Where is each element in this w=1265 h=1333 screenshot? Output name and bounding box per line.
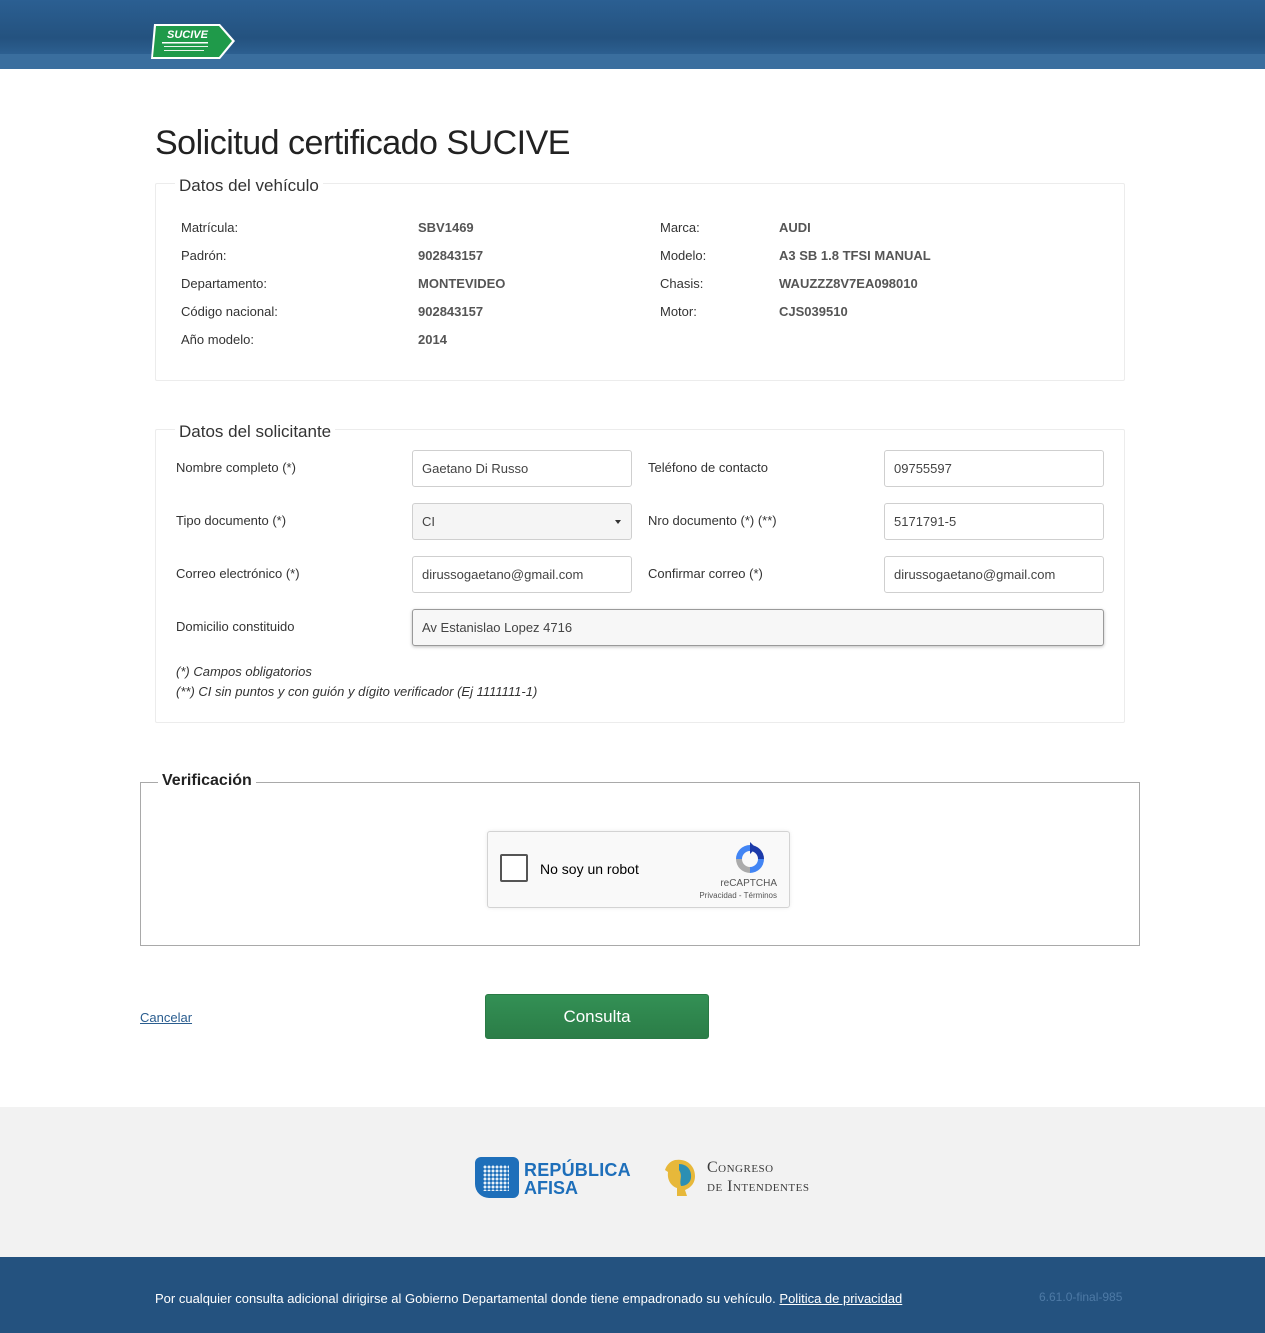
tipo-documento-select[interactable]: CI — [412, 503, 632, 540]
padron-value: 902843157 — [418, 248, 484, 263]
tipo-documento-label: Tipo documento (*) — [176, 513, 287, 528]
motor-label: Motor: — [660, 304, 697, 319]
modelo-label: Modelo: — [660, 248, 707, 263]
chevron-down-icon — [615, 520, 621, 524]
matricula-label: Matrícula: — [181, 220, 239, 235]
marca-label: Marca: — [660, 220, 700, 235]
afisa-mark-icon — [475, 1157, 519, 1198]
departamento-value: MONTEVIDEO — [418, 276, 506, 291]
tipo-documento-value: CI — [422, 514, 435, 529]
vehicle-data-legend: Datos del vehículo — [175, 176, 323, 196]
nro-documento-input[interactable]: 5171791-5 — [884, 503, 1104, 540]
correo-label: Correo electrónico (*) — [176, 566, 300, 581]
congreso-intendentes-logo: Congreso de Intendentes — [665, 1156, 845, 1200]
congreso-line1: Congreso — [707, 1159, 774, 1176]
chasis-label: Chasis: — [660, 276, 704, 291]
recaptcha-links[interactable]: Privacidad - Términos — [699, 891, 777, 900]
note-ci-format: (**) CI sin puntos y con guión y dígito … — [176, 684, 538, 699]
correo-input[interactable]: dirussogaetano@gmail.com — [412, 556, 632, 593]
anio-modelo-value: 2014 — [418, 332, 447, 347]
recaptcha-widget: No soy un robot reCAPTCHA Privacidad - T… — [487, 831, 790, 908]
cancel-link[interactable]: Cancelar — [140, 1010, 192, 1025]
padron-label: Padrón: — [181, 248, 227, 263]
telefono-label: Teléfono de contacto — [648, 460, 768, 475]
motor-value: CJS039510 — [779, 304, 848, 319]
recaptcha-brand: reCAPTCHA — [720, 878, 777, 889]
footer-message: Por cualquier consulta adicional dirigir… — [155, 1291, 902, 1306]
marca-value: AUDI — [779, 220, 811, 235]
recaptcha-checkbox[interactable] — [500, 854, 528, 882]
verification-legend: Verificación — [158, 772, 256, 790]
verification-section: Verificación No soy un robot reCAPTCHA P… — [140, 772, 1140, 946]
applicant-data-legend: Datos del solicitante — [175, 422, 336, 442]
congreso-profile-icon — [665, 1159, 695, 1196]
nro-documento-label: Nro documento (*) (**) — [648, 513, 777, 528]
recaptcha-icon — [736, 842, 764, 873]
version-label: 6.61.0-final-985 — [1039, 1290, 1123, 1304]
sucive-logo[interactable]: SUCIVE — [150, 23, 236, 60]
domicilio-input[interactable]: Av Estanislao Lopez 4716 — [412, 609, 1104, 646]
page-title: Solicitud certificado SUCIVE — [155, 124, 570, 162]
consulta-button[interactable]: Consulta — [485, 994, 709, 1039]
codigo-nacional-value: 902843157 — [418, 304, 484, 319]
top-header-bar: SUCIVE — [0, 0, 1265, 69]
confirmar-correo-label: Confirmar correo (*) — [648, 566, 763, 581]
telefono-input[interactable]: 09755597 — [884, 450, 1104, 487]
confirmar-correo-input[interactable]: dirussogaetano@gmail.com — [884, 556, 1104, 593]
required-fields-note: (*) Campos obligatorios (**) CI sin punt… — [176, 662, 537, 702]
vehicle-data-section: Datos del vehículo Matrícula: SBV1469 Pa… — [155, 176, 1125, 381]
note-required: (*) Campos obligatorios — [176, 664, 312, 679]
logo-text: SUCIVE — [167, 29, 209, 41]
matricula-value: SBV1469 — [418, 220, 474, 235]
codigo-nacional-label: Código nacional: — [181, 304, 278, 319]
privacy-policy-link[interactable]: Politica de privacidad — [779, 1291, 902, 1306]
recaptcha-label: No soy un robot — [540, 861, 639, 877]
applicant-data-section: Datos del solicitante Nombre completo (*… — [155, 422, 1125, 723]
departamento-label: Departamento: — [181, 276, 267, 291]
footer-bar: Por cualquier consulta adicional dirigir… — [0, 1257, 1265, 1333]
modelo-value: A3 SB 1.8 TFSI MANUAL — [779, 248, 931, 263]
anio-modelo-label: Año modelo: — [181, 332, 254, 347]
chasis-value: WAUZZZ8V7EA098010 — [779, 276, 918, 291]
nombre-input[interactable]: Gaetano Di Russo — [412, 450, 632, 487]
domicilio-label: Domicilio constituido — [176, 619, 295, 634]
partner-logos-band: REPÚBLICA AFISA Congreso de Intendentes — [0, 1107, 1265, 1257]
congreso-line2: de Intendentes — [707, 1178, 810, 1195]
afisa-line2: AFISA — [524, 1178, 578, 1198]
nombre-label: Nombre completo (*) — [176, 460, 296, 475]
footer-message-text: Por cualquier consulta adicional dirigir… — [155, 1291, 776, 1306]
republica-afisa-logo: REPÚBLICA AFISA — [475, 1156, 631, 1200]
